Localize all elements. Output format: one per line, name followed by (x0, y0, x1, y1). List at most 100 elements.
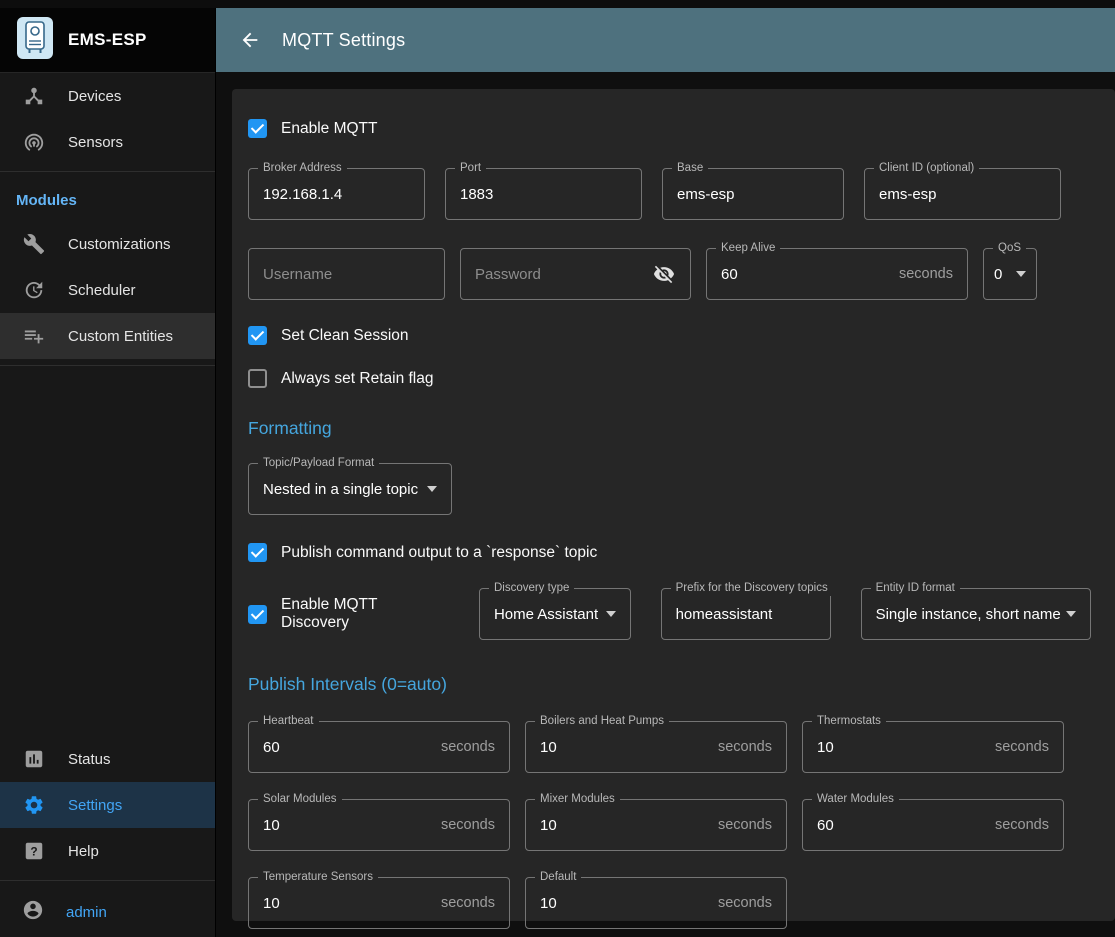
gear-icon (22, 793, 46, 817)
sidebar-item-scheduler[interactable]: Scheduler (0, 267, 215, 313)
field-label: Discovery type (489, 581, 574, 596)
discovery-row: Enable MQTT Discovery Discovery type Hom… (248, 588, 1091, 640)
qos-value: 0 (994, 266, 1002, 283)
field-label: Solar Modules (258, 792, 342, 807)
retain-flag-checkbox[interactable] (248, 369, 267, 388)
discovery-prefix-field: Prefix for the Discovery topics (661, 588, 831, 640)
sidebar-item-help[interactable]: ? Help (0, 828, 215, 874)
client-id-field: Client ID (optional) (864, 168, 1061, 220)
app-title: EMS-ESP (68, 30, 147, 50)
topic-format-value: Nested in a single topic (263, 481, 418, 498)
sidebar-item-status[interactable]: Status (0, 736, 215, 782)
topic-format-select[interactable]: Topic/Payload Format Nested in a single … (248, 463, 452, 515)
heartbeat-input[interactable] (263, 739, 433, 756)
bar-chart-icon (22, 747, 46, 771)
entity-id-format-select[interactable]: Entity ID format Single instance, short … (861, 588, 1091, 640)
sidebar-item-customizations[interactable]: Customizations (0, 221, 215, 267)
password-field (460, 248, 691, 300)
app-logo: EMS-ESP (0, 8, 215, 73)
publish-response-checkbox[interactable] (248, 543, 267, 562)
field-label: Client ID (optional) (874, 161, 979, 176)
user-menu[interactable]: admin (0, 887, 215, 937)
port-input[interactable] (460, 186, 627, 203)
field-label: Keep Alive (716, 241, 780, 256)
discovery-type-value: Home Assistant (494, 606, 598, 623)
base-input[interactable] (677, 186, 829, 203)
field-label: QoS (993, 241, 1026, 256)
visibility-off-icon[interactable] (652, 262, 676, 286)
field-label: Entity ID format (871, 581, 960, 596)
username-input[interactable] (263, 266, 430, 283)
sidebar-item-label: Custom Entities (68, 328, 173, 345)
thermostats-field: Thermostats seconds (802, 721, 1064, 773)
mqtt-discovery-label: Enable MQTT Discovery (281, 596, 449, 632)
sidebar-item-label: Help (68, 843, 99, 860)
field-suffix: seconds (987, 817, 1049, 833)
field-suffix: seconds (987, 739, 1049, 755)
sidebar-item-label: Customizations (68, 236, 171, 253)
publish-response-row: Publish command output to a `response` t… (248, 543, 1091, 562)
clean-session-checkbox[interactable] (248, 326, 267, 345)
password-input[interactable] (475, 266, 652, 283)
publish-intervals-grid: Heartbeat seconds Boilers and Heat Pumps… (248, 721, 1091, 929)
username-field (248, 248, 445, 300)
heartbeat-field: Heartbeat seconds (248, 721, 510, 773)
wrench-icon (22, 232, 46, 256)
mqtt-settings-card: Enable MQTT Broker Address Port Base (232, 89, 1115, 921)
clean-session-row: Set Clean Session (248, 326, 1091, 345)
discovery-type-select[interactable]: Discovery type Home Assistant (479, 588, 631, 640)
sidebar-item-custom-entities[interactable]: Custom Entities (0, 313, 215, 359)
enable-mqtt-label: Enable MQTT (281, 120, 377, 138)
thermostats-input[interactable] (817, 739, 987, 756)
qos-select[interactable]: QoS 0 (983, 248, 1037, 300)
temperature-sensors-input[interactable] (263, 895, 433, 912)
playlist-add-icon (22, 324, 46, 348)
formatting-heading: Formatting (248, 418, 1091, 439)
water-modules-input[interactable] (817, 817, 987, 834)
solar-modules-field: Solar Modules seconds (248, 799, 510, 851)
svg-text:?: ? (30, 845, 37, 859)
app-bar: MQTT Settings (216, 8, 1115, 72)
sidebar-item-sensors[interactable]: Sensors (0, 119, 215, 165)
enable-mqtt-checkbox[interactable] (248, 119, 267, 138)
field-label: Prefix for the Discovery topics (671, 581, 833, 596)
enable-mqtt-row: Enable MQTT (248, 119, 1091, 138)
field-label: Topic/Payload Format (258, 456, 379, 471)
device-hub-icon (22, 84, 46, 108)
sidebar-item-devices[interactable]: Devices (0, 73, 215, 119)
back-arrow-icon[interactable] (238, 28, 262, 52)
boilers-heat-pumps-input[interactable] (540, 739, 710, 756)
publish-intervals-heading: Publish Intervals (0=auto) (248, 674, 1091, 695)
sidebar-divider (0, 880, 215, 881)
sidebar-item-label: Sensors (68, 134, 123, 151)
sidebar-item-label: Devices (68, 88, 121, 105)
mqtt-discovery-checkbox[interactable] (248, 605, 267, 624)
temperature-sensors-field: Temperature Sensors seconds (248, 877, 510, 929)
retain-flag-row: Always set Retain flag (248, 369, 1091, 388)
keep-alive-input[interactable] (721, 266, 891, 283)
water-modules-field: Water Modules seconds (802, 799, 1064, 851)
sidebar-item-settings[interactable]: Settings (0, 782, 215, 828)
sidebar-divider (0, 365, 215, 366)
field-suffix: seconds (433, 895, 495, 911)
discovery-prefix-input[interactable] (676, 606, 816, 623)
field-suffix: seconds (710, 739, 772, 755)
sidebar-item-label: Scheduler (68, 282, 136, 299)
field-suffix: seconds (433, 817, 495, 833)
broker-address-field: Broker Address (248, 168, 425, 220)
credentials-row: Keep Alive seconds QoS 0 (248, 248, 1091, 300)
mixer-modules-input[interactable] (540, 817, 710, 834)
field-label: Mixer Modules (535, 792, 620, 807)
sidebar-item-label: Settings (68, 797, 122, 814)
broker-address-input[interactable] (263, 186, 410, 203)
default-input[interactable] (540, 895, 710, 912)
solar-modules-input[interactable] (263, 817, 433, 834)
main-area: MQTT Settings Enable MQTT Broker Address… (216, 8, 1115, 937)
ems-esp-app: EMS-ESP Devices Sensors Modules Customiz… (0, 0, 1115, 937)
field-label: Heartbeat (258, 714, 319, 729)
field-suffix: seconds (433, 739, 495, 755)
field-label: Boilers and Heat Pumps (535, 714, 669, 729)
field-label: Base (672, 161, 708, 176)
client-id-input[interactable] (879, 186, 1046, 203)
mqtt-discovery-row: Enable MQTT Discovery (248, 596, 449, 632)
